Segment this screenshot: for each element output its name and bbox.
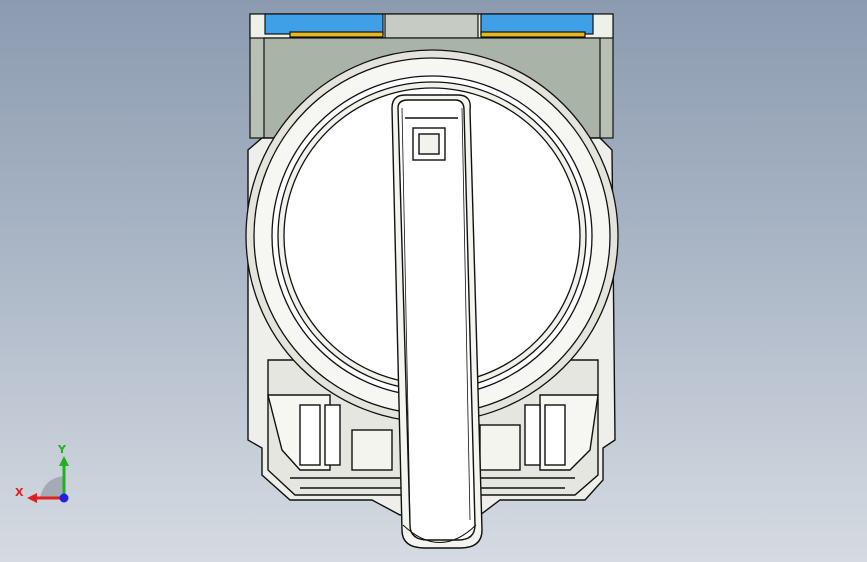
x-axis-arrow [27,493,37,503]
graphics-viewport[interactable]: Y X [0,0,867,562]
y-axis-arrow [59,456,69,466]
x-axis-label: X [15,486,24,499]
yellow-strip-left [289,31,384,38]
y-axis-label: Y [57,443,67,456]
switch-lever[interactable] [391,94,483,549]
coordinate-triad: Y X [15,443,69,503]
switch-model[interactable] [0,0,867,562]
triad-quadrant [40,476,64,498]
blue-band-left [264,13,384,35]
z-axis-dot [59,493,69,503]
yellow-strip-right [480,31,586,38]
blue-band-right [480,13,594,35]
